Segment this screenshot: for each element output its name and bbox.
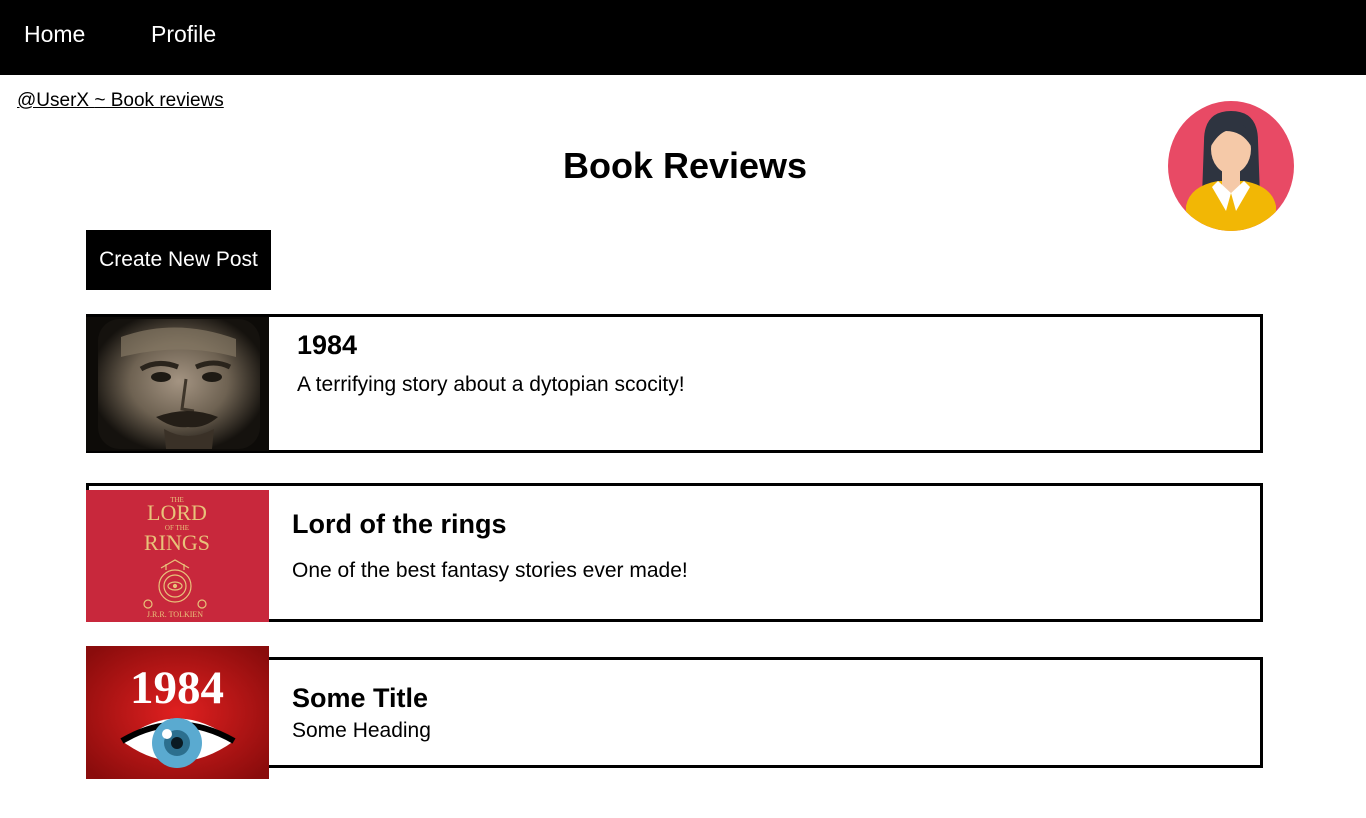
post-description: A terrifying story about a dytopian scoc…: [297, 373, 685, 396]
post-card-1984[interactable]: 1984 A terrifying story about a dytopian…: [86, 314, 1263, 453]
breadcrumb-section: Book reviews: [105, 90, 224, 111]
top-navigation-bar: Home Profile: [0, 0, 1366, 75]
post-card-lord-of-the-rings[interactable]: THE LORD OF THE RINGS J.R.R. TOLKIEN Lor…: [86, 483, 1263, 622]
cover-text-lord: LORD: [147, 500, 207, 525]
post-title: Some Title: [292, 683, 429, 713]
cover-text-1984: 1984: [130, 662, 224, 714]
post-thumbnail-1984-face: [86, 317, 269, 451]
cover-text-rings: RINGS: [144, 530, 210, 555]
post-description: One of the best fantasy stories ever mad…: [292, 559, 688, 582]
breadcrumb: @UserX ~ Book reviews: [17, 89, 224, 113]
post-title: 1984: [297, 330, 358, 360]
lord-of-the-rings-cover: THE LORD OF THE RINGS J.R.R. TOLKIEN: [86, 490, 269, 622]
page-title: Book Reviews: [562, 145, 808, 186]
breadcrumb-user-link[interactable]: @UserX ~ Book reviews: [17, 90, 224, 111]
post-thumbnail-lotr-cover: THE LORD OF THE RINGS J.R.R. TOLKIEN: [86, 490, 269, 622]
post-description: Some Heading: [292, 719, 431, 742]
big-brother-face-image: [86, 317, 269, 451]
nav-profile-link[interactable]: Profile: [151, 20, 216, 48]
create-new-post-button[interactable]: Create New Post: [86, 230, 271, 290]
post-card-some-title[interactable]: 1984 Some Title Some Heading: [86, 646, 1263, 779]
post-title: Lord of the rings: [292, 509, 507, 539]
breadcrumb-user: @UserX: [17, 90, 95, 111]
breadcrumb-separator: ~: [94, 90, 106, 111]
nav-home-link[interactable]: Home: [24, 20, 85, 48]
1984-eye-cover: 1984: [86, 646, 269, 779]
cover-text-author: J.R.R. TOLKIEN: [147, 610, 203, 619]
post-thumbnail-1984-eye: 1984: [86, 646, 269, 779]
